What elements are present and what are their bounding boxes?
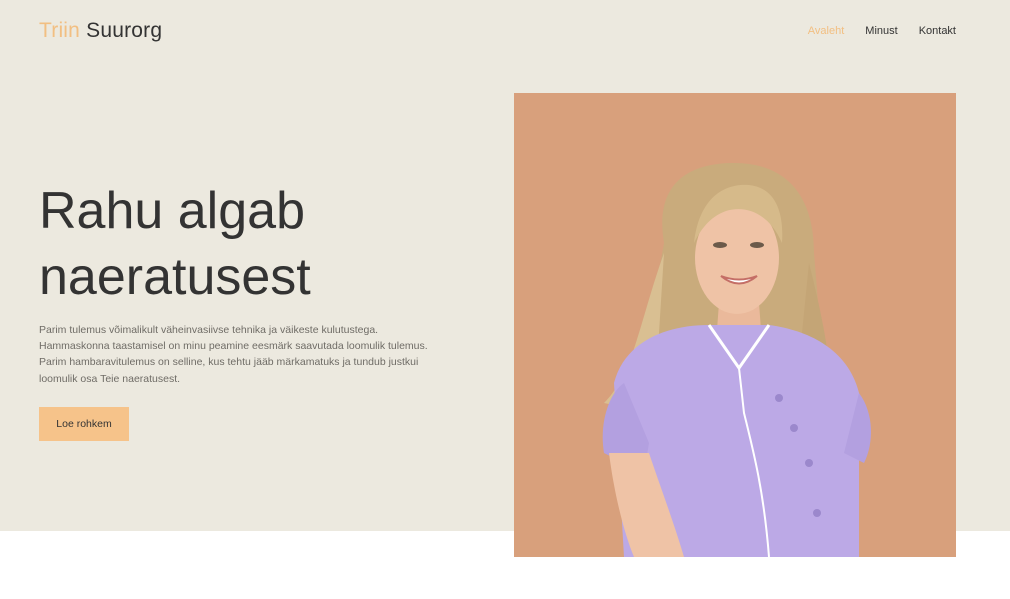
headline-line-1: Rahu algab bbox=[39, 182, 305, 240]
portrait-photo bbox=[514, 93, 956, 557]
site-logo[interactable]: Triin Suurorg bbox=[39, 19, 162, 43]
hero-headline: Rahu algab naeratusest bbox=[39, 178, 459, 310]
lead-line-3: Parim hambaravitulemus on selline, kus t… bbox=[39, 356, 419, 369]
headline-line-2: naeratusest bbox=[39, 248, 311, 306]
portrait-illustration bbox=[514, 93, 956, 557]
nav-item-kontakt[interactable]: Kontakt bbox=[919, 25, 956, 37]
hero-lead-text: Parim tulemus võimalikult väheinvasiivse… bbox=[39, 322, 459, 387]
logo-first-name: Triin bbox=[39, 19, 81, 42]
nav-item-minust[interactable]: Minust bbox=[865, 25, 897, 37]
main-nav: Avaleht Minust Kontakt bbox=[808, 25, 956, 37]
lead-line-1: Parim tulemus võimalikult väheinvasiivse… bbox=[39, 324, 379, 336]
lead-line-2: Hammaskonna taastamisel on minu peamine … bbox=[39, 340, 428, 353]
lead-line-4: loomulik osa Teie naeratusest. bbox=[39, 372, 181, 385]
read-more-button[interactable]: Loe rohkem bbox=[39, 407, 129, 441]
nav-item-avaleht[interactable]: Avaleht bbox=[808, 25, 845, 37]
logo-last-name: Suurorg bbox=[86, 19, 163, 42]
